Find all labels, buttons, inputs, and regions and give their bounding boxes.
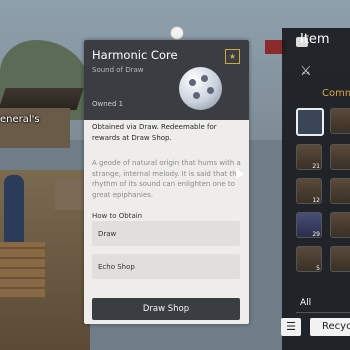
inventory-slot[interactable] <box>330 178 350 204</box>
source-draw[interactable]: Draw <box>92 221 240 246</box>
source-label: Echo Shop <box>98 263 135 271</box>
divider <box>296 312 350 313</box>
item-quantity: 21 <box>312 163 320 170</box>
filter-icon: ☰ <box>286 320 296 333</box>
npc-figure[interactable] <box>4 175 24 245</box>
filter-sort-button[interactable]: ☰ <box>281 318 301 336</box>
how-to-obtain-label: How to Obtain <box>92 212 143 220</box>
inventory-slot[interactable] <box>330 144 350 170</box>
item-quantity: 29 <box>312 231 320 238</box>
inventory-slot[interactable] <box>330 108 350 134</box>
item-description: Obtained via Draw. Redeemable for reward… <box>92 123 217 142</box>
inventory-slot[interactable] <box>330 246 350 272</box>
item-title: Harmonic Core <box>92 48 178 62</box>
wooden-box <box>55 180 85 210</box>
crossed-swords-icon[interactable]: ⚔ <box>300 64 312 79</box>
owned-count: Owned 1 <box>92 100 124 108</box>
item-quantity: 5 <box>316 265 320 272</box>
source-echo-shop[interactable]: Echo Shop <box>92 254 240 279</box>
source-label: Draw <box>98 230 117 238</box>
item-flavor-text: A geode of natural origin that hums with… <box>92 159 241 199</box>
inventory-slot[interactable]: 21 <box>296 144 322 170</box>
inventory-slot[interactable]: 12 <box>296 178 322 204</box>
inventory-slot-harmonic-core[interactable] <box>296 108 324 136</box>
draw-shop-button[interactable]: Draw Shop <box>92 298 240 320</box>
inventory-slot[interactable] <box>330 212 350 238</box>
inventory-slot[interactable]: 29 <box>296 212 322 238</box>
wooden-crate <box>0 242 45 297</box>
harmonic-core-icon <box>179 67 222 110</box>
item-quantity: 12 <box>312 197 320 204</box>
npc-name-tag: eneral's <box>0 114 40 125</box>
inventory-slot[interactable]: 5 <box>296 246 322 272</box>
building-roof <box>0 88 84 110</box>
tab-common[interactable]: Comme <box>322 88 350 99</box>
recycle-button[interactable]: Recycl <box>310 318 350 336</box>
item-subtitle: Sound of Draw <box>92 66 144 74</box>
inventory-title: Item <box>300 32 330 47</box>
chevron-up-icon[interactable] <box>170 26 184 40</box>
filter-label: All <box>300 298 312 308</box>
item-detail-card: Harmonic Core Sound of Draw ★ Owned 1 Ob… <box>84 40 249 324</box>
star-icon[interactable]: ★ <box>225 49 240 64</box>
